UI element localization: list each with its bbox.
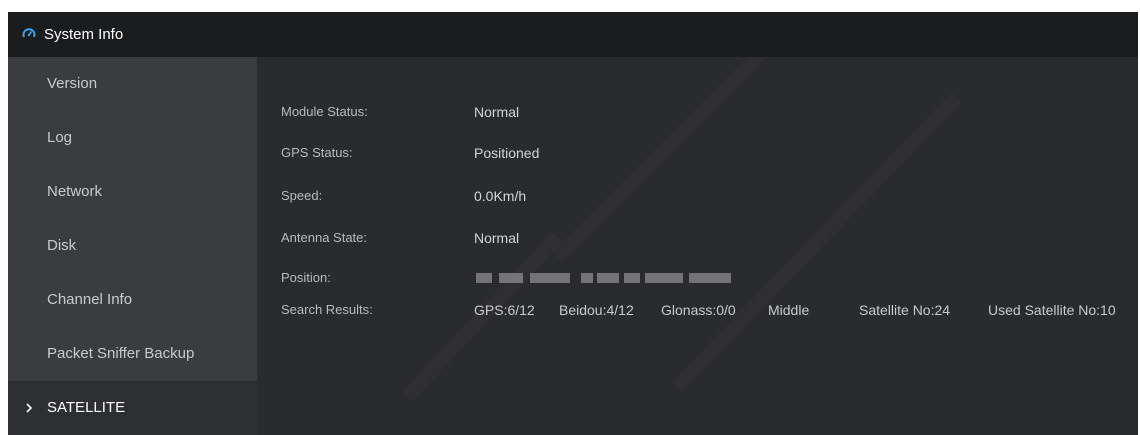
sidebar-item-log[interactable]: Log xyxy=(8,111,257,165)
app-root: System Info Version Log Network Disk Cha… xyxy=(0,0,1140,435)
module-status-row: Module Status: Normal xyxy=(257,102,1138,122)
search-results-row: Search Results: GPS:6/12 Beidou:4/12 Glo… xyxy=(257,300,1138,320)
sidebar-item-label: Network xyxy=(47,183,103,200)
sidebar-item-disk[interactable]: Disk xyxy=(8,219,257,273)
glonass-count: Glonass:0/0 xyxy=(661,302,736,318)
sidebar-item-channel-info[interactable]: Channel Info xyxy=(8,273,257,327)
sidebar-item-version[interactable]: Version xyxy=(8,57,257,111)
module-status-value: Normal xyxy=(474,104,520,120)
sidebar-item-label: Log xyxy=(47,129,73,146)
sidebar-item-network[interactable]: Network xyxy=(8,165,257,219)
used-satellite-number: Used Satellite No:10 xyxy=(988,302,1116,318)
gauge-icon xyxy=(22,28,36,38)
sidebar-item-packet-sniffer-backup[interactable]: Packet Sniffer Backup xyxy=(8,327,257,381)
position-row: Position: xyxy=(257,268,1138,288)
chevron-right-icon xyxy=(26,403,33,413)
sidebar-item-satellite[interactable]: SATELLITE xyxy=(8,381,257,435)
sidebar: Version Log Network Disk Channel Info Pa… xyxy=(8,57,257,435)
speed-label: Speed: xyxy=(281,188,323,203)
satellite-panel: Module Status: Normal GPS Status: Positi… xyxy=(257,57,1138,435)
sidebar-item-label: Packet Sniffer Backup xyxy=(47,345,195,362)
sidebar-item-label: Version xyxy=(47,75,98,92)
gps-status-value: Positioned xyxy=(474,145,540,161)
beidou-count: Beidou:4/12 xyxy=(559,302,634,318)
window-title: System Info xyxy=(44,26,124,43)
antenna-state-value: Normal xyxy=(474,230,520,246)
sidebar-item-label: SATELLITE xyxy=(47,399,126,416)
gps-status-row: GPS Status: Positioned xyxy=(257,143,1138,163)
position-label: Position: xyxy=(281,270,331,285)
gps-status-label: GPS Status: xyxy=(281,145,353,160)
search-results-label: Search Results: xyxy=(281,302,373,317)
system-info-window: System Info Version Log Network Disk Cha… xyxy=(8,12,1138,435)
signal-strength: Middle xyxy=(768,302,810,318)
title-bar: System Info xyxy=(8,12,1138,57)
module-status-label: Module Status: xyxy=(281,104,368,119)
gps-count: GPS:6/12 xyxy=(474,302,535,318)
sidebar-item-label: Disk xyxy=(47,237,77,254)
sidebar-item-label: Channel Info xyxy=(47,291,133,308)
antenna-state-label: Antenna State: xyxy=(281,230,368,245)
speed-value: 0.0Km/h xyxy=(474,188,527,204)
satellite-number: Satellite No:24 xyxy=(859,302,951,318)
antenna-state-row: Antenna State: Normal xyxy=(257,228,1138,248)
speed-row: Speed: 0.0Km/h xyxy=(257,186,1138,206)
